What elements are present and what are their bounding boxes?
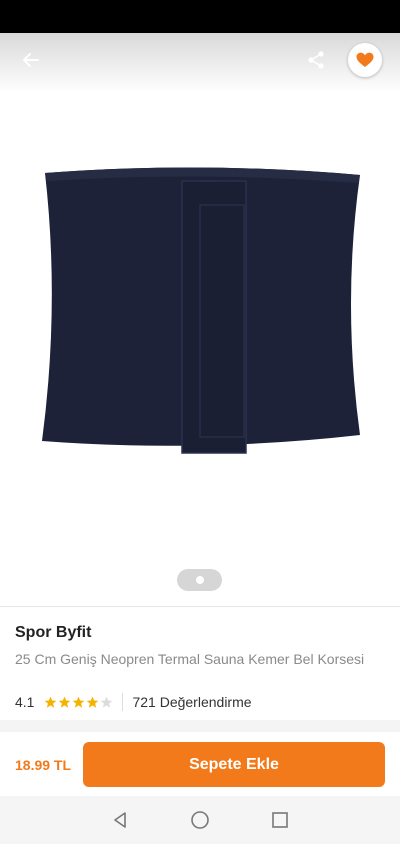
nav-recents-button[interactable] — [265, 805, 295, 835]
product-title: 25 Cm Geniş Neopren Termal Sauna Kemer B… — [15, 651, 365, 667]
divider — [0, 606, 400, 607]
circle-home-icon — [191, 811, 209, 829]
rating-value: 4.1 — [15, 694, 35, 710]
review-count[interactable]: 721 Değerlendirme — [132, 694, 251, 710]
section-divider — [0, 720, 400, 732]
nav-home-button[interactable] — [185, 805, 215, 835]
share-button[interactable] — [298, 42, 334, 78]
system-nav-bar — [0, 796, 400, 844]
pager-dot — [195, 576, 204, 584]
star-empty-icon — [101, 696, 113, 708]
star-filled-icon — [59, 696, 71, 708]
product-brand[interactable]: Spor Byfit — [15, 624, 91, 642]
nav-back-button[interactable] — [105, 805, 135, 835]
rating-row[interactable]: 4.1 721 Değerlendirme — [15, 692, 252, 712]
favorite-button[interactable] — [348, 43, 382, 77]
arrow-left-icon — [23, 53, 39, 67]
star-filled-icon — [45, 696, 57, 708]
share-icon — [308, 51, 324, 69]
gallery-pager[interactable] — [177, 569, 222, 591]
square-recents-icon — [272, 812, 288, 828]
divider — [122, 693, 124, 711]
product-image — [42, 167, 360, 454]
star-filled-icon — [73, 696, 85, 708]
product-image-gallery[interactable] — [0, 33, 400, 606]
product-price: 18.99 TL — [15, 757, 72, 773]
triangle-back-icon — [114, 812, 126, 828]
status-bar — [0, 0, 400, 33]
rating-stars — [44, 696, 114, 709]
heart-icon — [356, 52, 374, 67]
star-filled-icon — [87, 696, 99, 708]
back-button[interactable] — [13, 42, 49, 78]
add-to-cart-button[interactable]: Sepete Ekle — [83, 742, 385, 787]
